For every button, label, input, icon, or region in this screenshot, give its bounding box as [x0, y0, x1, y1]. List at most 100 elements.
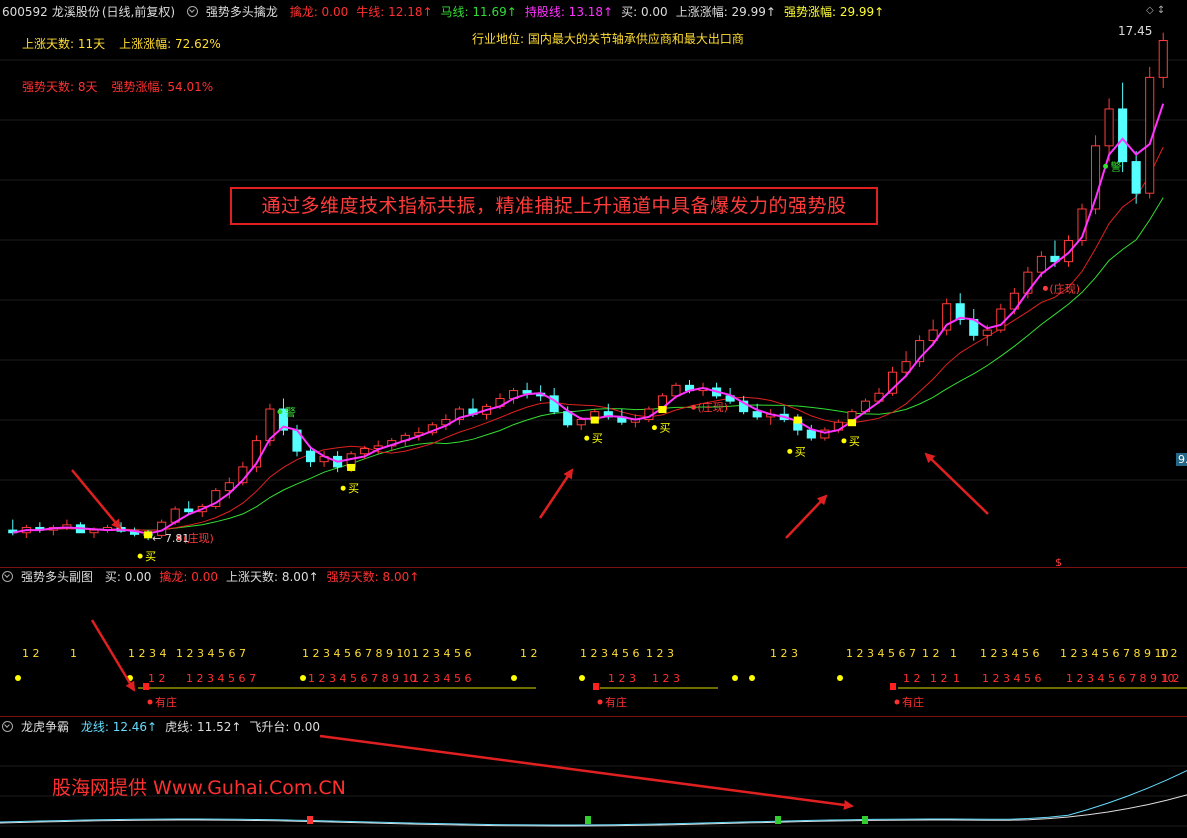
buy-label: 买 [849, 435, 860, 448]
buy-dot [651, 425, 657, 431]
sub1-buy-dot [15, 675, 21, 681]
sub1-count-top: 1 2 [520, 647, 538, 660]
sub1-title[interactable]: 强势多头副图 [21, 570, 93, 584]
buy-dot [787, 448, 793, 454]
warn-label: 警 [1111, 159, 1122, 173]
sub1-count-top: 1 2 3 [646, 647, 674, 660]
candle-body [806, 429, 816, 439]
sub1-count-top: 1 2 [922, 647, 940, 660]
sub1-values: 买: 0.00 擒龙: 0.00 上涨天数: 8.00↑ 强势天数: 8.00↑ [105, 570, 427, 584]
sub1-count-top: 1 [950, 647, 957, 660]
sub1-count-bottom: 1 2 [1162, 672, 1180, 685]
candle-body [522, 390, 532, 394]
candle-body [1131, 161, 1141, 194]
hold-line [12, 103, 1165, 535]
sub1-value-1: 擒龙: 0.00 [159, 570, 218, 584]
buy-dot [584, 435, 590, 441]
sub1-buy-dot [732, 675, 738, 681]
sub2-values: 龙线: 12.46↑ 虎线: 11.52↑ 飞升台: 0.00 [81, 720, 328, 734]
sub1-red-bar [143, 683, 149, 690]
candle-body [1104, 108, 1114, 147]
candle-body [1158, 40, 1168, 78]
zhuang-dot [691, 404, 697, 410]
sub1-zhuang-label: 有庄 [605, 695, 627, 709]
sub1-count-top: 1 2 3 4 [128, 647, 166, 660]
sub1-buy-dot [749, 675, 755, 681]
sub1-count-top: 1 2 3 4 5 6 7 8 9 10 [302, 647, 410, 660]
buy-dot [137, 553, 143, 559]
sub1-zhuang-label: 有庄 [155, 695, 177, 709]
buy-label: 买 [795, 445, 806, 458]
sub1-count-bottom: 1 2 3 [652, 672, 680, 685]
sub1-buy-dot [511, 675, 517, 681]
candle-body [89, 529, 99, 534]
sub1-count-bottom: 1 2 3 4 5 6 [412, 672, 471, 685]
sub1-count-bottom: 1 2 3 [608, 672, 636, 685]
sub1-buy-dot [837, 675, 843, 681]
sub1-count-bottom: 1 2 [903, 672, 921, 685]
sub1-count-bottom: 1 2 3 4 5 6 7 8 9 10 [308, 672, 416, 685]
candle-body [752, 411, 762, 418]
buy-label: 买 [659, 422, 670, 435]
buy-bar [590, 416, 599, 424]
candle-body [576, 419, 586, 426]
sub2-value-2: 飞升台: 0.00 [249, 720, 320, 734]
sub1-count-top: 1 2 3 4 5 6 7 [846, 647, 916, 660]
zhuang-dot [1042, 285, 1048, 291]
sub2-header: 龙虎争霸 龙线: 12.46↑ 虎线: 11.52↑ 飞升台: 0.00 [2, 718, 336, 736]
buy-bar [658, 406, 667, 414]
sub1-chart: 1 211 2 3 41 2 3 4 5 6 71 2 3 4 5 6 7 8 … [15, 647, 1187, 709]
candle-body [982, 329, 992, 336]
sub1-zhuang-dot [147, 699, 153, 705]
watermark: 股海网提供 Www.Guhai.Com.CN [52, 777, 346, 799]
buy-bar [847, 419, 856, 427]
candle-body [996, 308, 1006, 331]
sub1-count-bottom: 1 [953, 672, 960, 685]
buy-dot [340, 485, 346, 491]
zhuang-label: (庄现) [698, 400, 729, 414]
sub1-count-top: 1 2 3 4 5 6 7 8 9 10 [1060, 647, 1168, 660]
sub1-count-top: 1 2 [22, 647, 40, 660]
candle-body [184, 508, 194, 513]
buy-label: 买 [348, 482, 359, 495]
buy-bar [347, 463, 356, 471]
candle-body [563, 411, 573, 426]
candlestick-chart: 买买买买买买警警(庄现)(庄现)(庄现)← 7.81$ [0, 32, 1187, 566]
sub2-signal-bar [585, 816, 591, 824]
buy-label: 买 [145, 550, 156, 563]
sub1-count-bottom: 1 2 3 4 5 6 7 8 9 10 [1066, 672, 1174, 685]
sub1-zhuang-dot [597, 699, 603, 705]
sub1-count-top: 1 [70, 647, 77, 660]
sub1-count-top: 1 2 3 4 5 6 [412, 647, 471, 660]
sub1-count-bottom: 1 2 3 4 5 6 7 [186, 672, 256, 685]
sub2-signal-bar [862, 816, 868, 824]
sub1-value-0: 买: 0.00 [104, 570, 152, 584]
sub1-buy-dot [300, 675, 306, 681]
candle-body [360, 448, 370, 455]
candle-body [671, 384, 681, 397]
sub1-value-2: 上涨天数: 8.00↑ [226, 570, 319, 584]
sub2-value-0: 龙线: 12.46↑ [80, 720, 158, 734]
bull-line [12, 146, 1164, 534]
sub1-count-top: 1 2 [1160, 647, 1178, 660]
buy-label: 买 [592, 432, 603, 445]
sub1-count-bottom: 1 2 3 4 5 6 [982, 672, 1041, 685]
sub1-value-3: 强势天数: 8.00↑ [326, 570, 420, 584]
sub1-count-bottom: 1 2 [148, 672, 166, 685]
sub1-count-top: 1 2 3 [770, 647, 798, 660]
sub1-settings-icon[interactable] [2, 571, 13, 582]
warn-dot [277, 409, 283, 415]
horse-line [12, 197, 1164, 534]
sub1-zhuang-label: 有庄 [902, 695, 924, 709]
sub2-value-1: 虎线: 11.52↑ [165, 720, 242, 734]
sub2-settings-icon[interactable] [2, 721, 13, 732]
sub1-count-bottom: 1 2 [930, 672, 948, 685]
sub1-buy-dot [579, 675, 585, 681]
sub1-header: 强势多头副图 买: 0.00 擒龙: 0.00 上涨天数: 8.00↑ 强势天数: 8… [2, 568, 435, 586]
sub1-count-top: 1 2 3 4 5 6 [580, 647, 639, 660]
buy-bar [793, 416, 802, 424]
candle-body [1118, 108, 1128, 163]
sub2-title[interactable]: 龙虎争霸 [21, 720, 69, 734]
sub2-signal-bar [307, 816, 313, 824]
sub1-count-top: 1 2 3 4 5 6 7 [176, 647, 246, 660]
